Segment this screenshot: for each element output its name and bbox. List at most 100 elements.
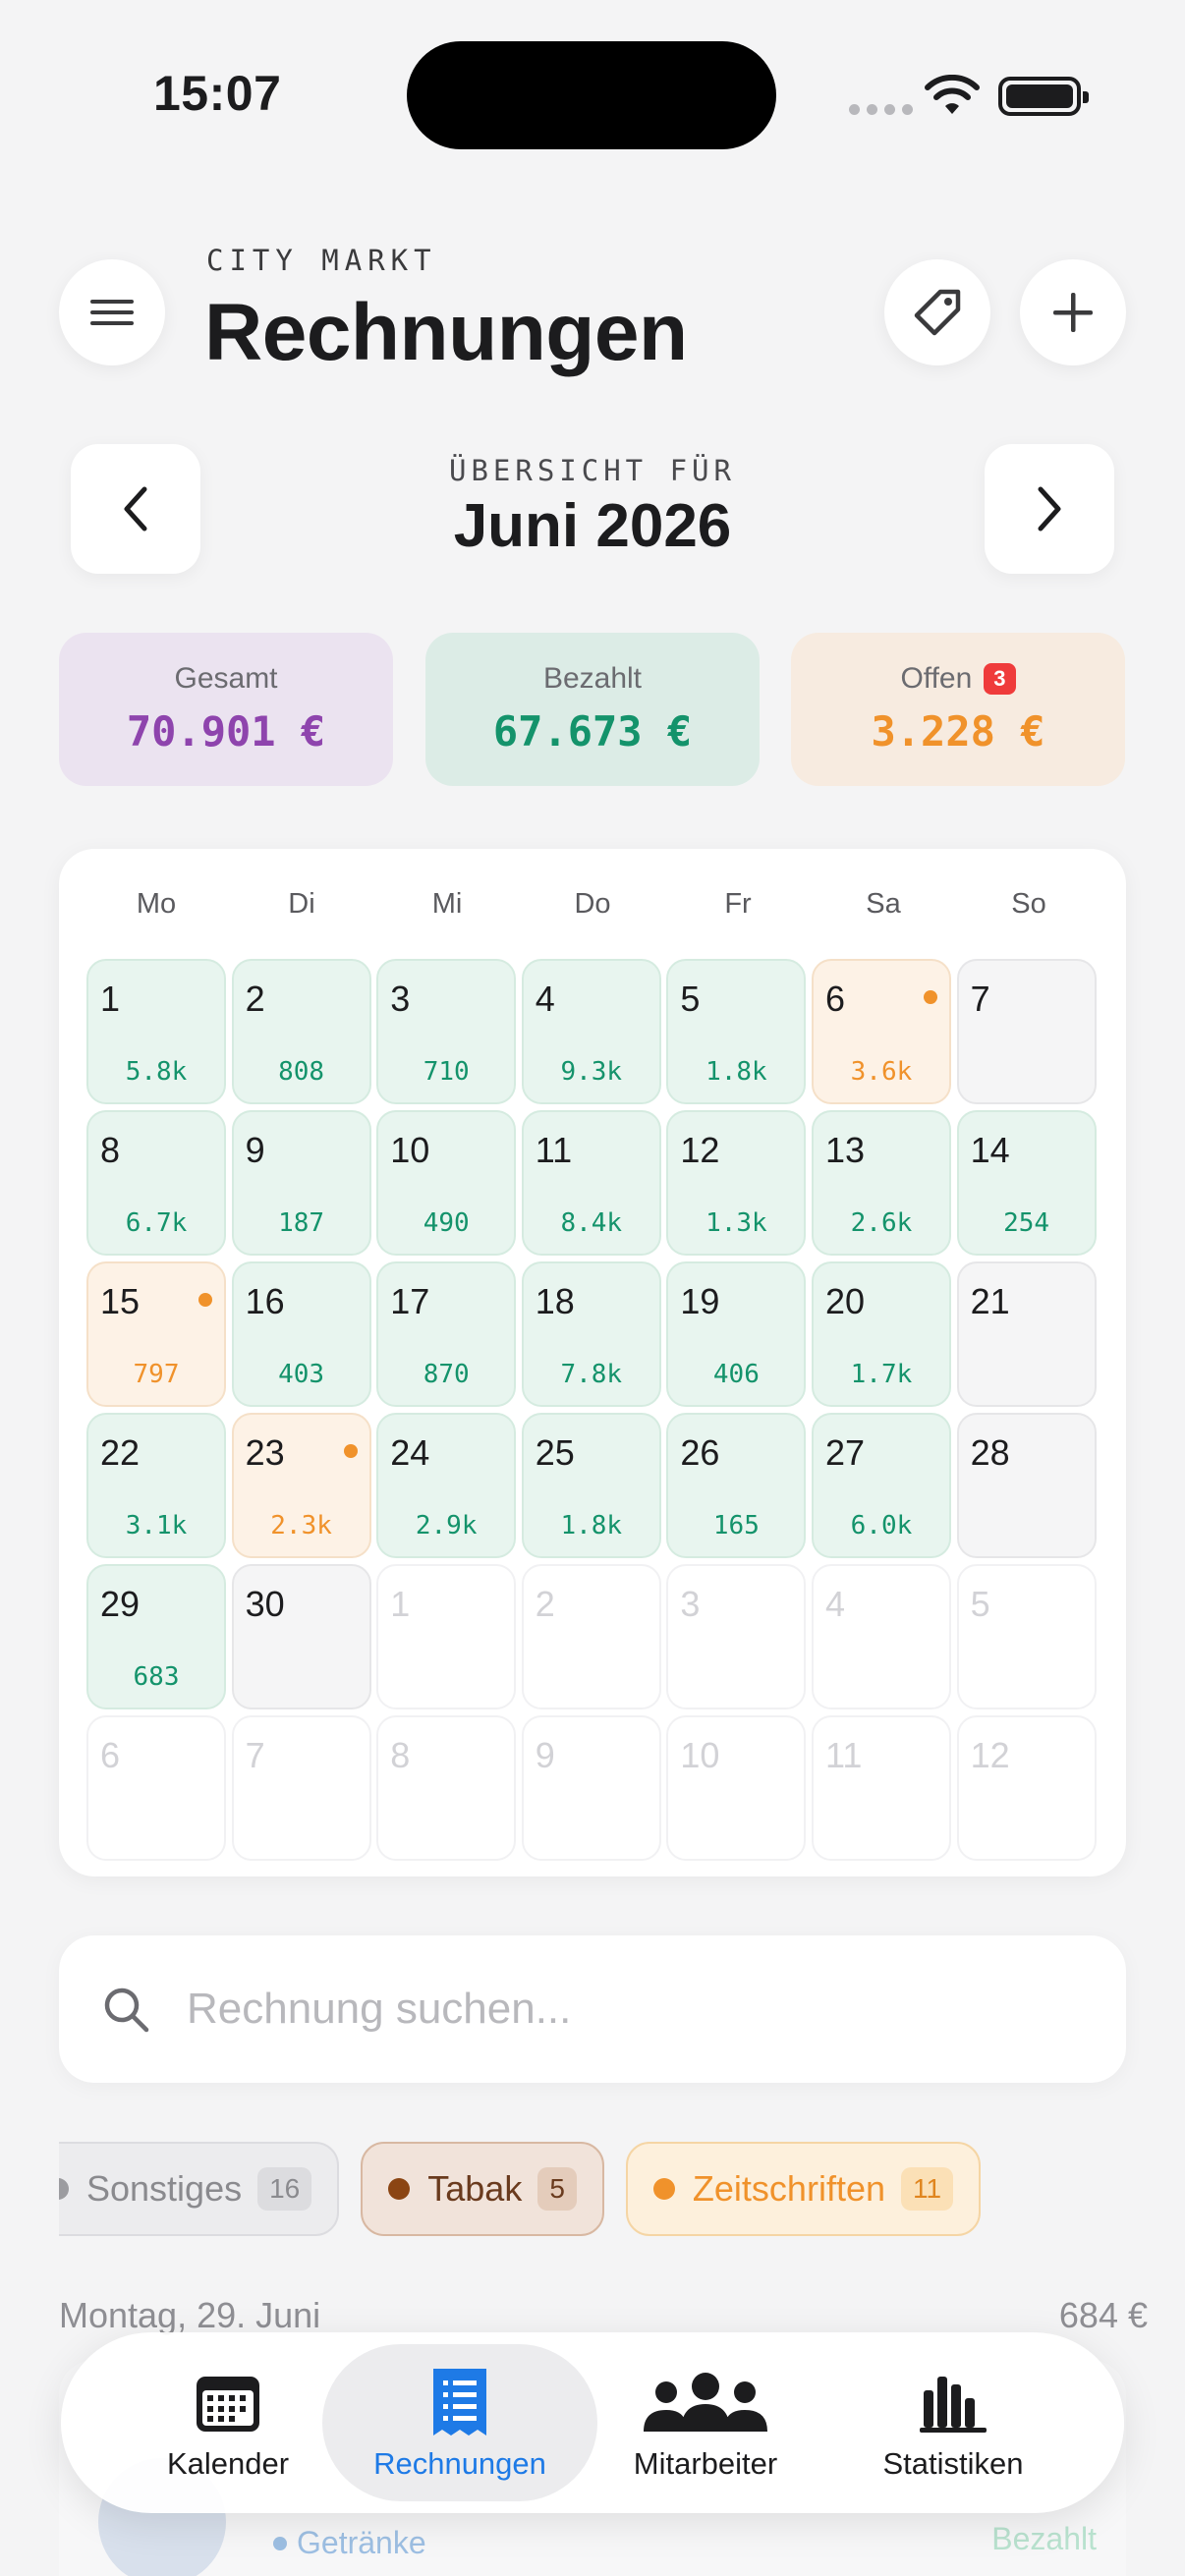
calendar-day: 9 — [521, 1715, 661, 1861]
day-amount: 3.6k — [850, 1057, 913, 1087]
calendar-day[interactable]: 7 — [956, 959, 1097, 1104]
day-number: 10 — [680, 1735, 720, 1775]
calendar-day[interactable]: 27 6.0k — [811, 1413, 951, 1558]
day-number: 8 — [100, 1130, 121, 1170]
calendar-day[interactable]: 16 403 — [231, 1261, 371, 1407]
calendar-day[interactable]: 28 — [956, 1413, 1097, 1558]
weekday-label: Fr — [724, 888, 752, 920]
day-number: 5 — [680, 979, 701, 1019]
tab-staff[interactable]: Mitarbeiter — [568, 2344, 843, 2501]
month-calendar: Mo Di Mi Do Fr Sa So 1 5.8k 2 808 3 710 4 9.3k 5 1.8k 6 3… — [59, 849, 1126, 1876]
calendar-day[interactable]: 2 808 — [231, 959, 371, 1104]
invoice-status: Bezahlt — [991, 2521, 1097, 2556]
search-input[interactable] — [187, 1985, 1051, 2034]
calendar-day[interactable]: 26 165 — [666, 1413, 807, 1558]
day-amount: 3.1k — [125, 1511, 188, 1540]
calendar-day[interactable]: 25 1.8k — [521, 1413, 661, 1558]
day-number: 29 — [100, 1584, 141, 1624]
calendar-day[interactable]: 14 254 — [956, 1110, 1097, 1256]
calendar-day[interactable]: 3 710 — [376, 959, 517, 1104]
day-number: 7 — [245, 1735, 265, 1775]
search-bar[interactable] — [59, 1935, 1126, 2083]
calendar-day[interactable]: 9 187 — [231, 1110, 371, 1256]
day-amount: 165 — [712, 1511, 760, 1540]
calendar-day[interactable]: 20 1.7k — [811, 1261, 951, 1407]
category-filter-bar: Sonstiges 16 Tabak 5 Zeitschriften 11 — [59, 2142, 1126, 2236]
day-number: 11 — [824, 1735, 863, 1775]
calendar-day: 6 — [86, 1715, 226, 1861]
calendar-grid: 1 5.8k 2 808 3 710 4 9.3k 5 1.8k 6 3.6k 7 8 6.7k 9 187 10… — [86, 959, 1099, 1861]
summary-total-card[interactable]: Gesamt 70.901 € — [59, 633, 393, 786]
day-number: 13 — [824, 1130, 866, 1170]
calendar-day[interactable]: 18 7.8k — [521, 1261, 661, 1407]
day-amount: 2.6k — [850, 1208, 913, 1238]
day-amount: 406 — [712, 1360, 760, 1389]
calendar-day[interactable]: 1 5.8k — [86, 959, 226, 1104]
menu-button[interactable] — [59, 259, 165, 365]
calendar-day[interactable]: 12 1.3k — [666, 1110, 807, 1256]
day-number: 2 — [245, 979, 265, 1019]
paid-value: 67.673 € — [492, 707, 693, 756]
day-number: 6 — [100, 1735, 121, 1775]
day-number: 8 — [390, 1735, 411, 1775]
calendar-day[interactable]: 6 3.6k — [811, 959, 951, 1104]
tab-statistics[interactable]: Statistiken — [816, 2344, 1091, 2501]
total-value: 70.901 € — [126, 707, 326, 756]
day-number: 3 — [680, 1584, 701, 1624]
tab-invoices[interactable]: Rechnungen — [322, 2344, 597, 2501]
open-label: Offen — [900, 662, 973, 695]
summary-open-card[interactable]: Offen 3 3.228 € — [791, 633, 1125, 786]
calendar-day[interactable]: 29 683 — [86, 1564, 226, 1709]
day-group-total: 684 € — [1058, 2295, 1148, 2335]
day-number: 26 — [680, 1432, 720, 1473]
calendar-day[interactable]: 22 3.1k — [86, 1413, 226, 1558]
calendar-day[interactable]: 4 9.3k — [521, 959, 661, 1104]
category-chip[interactable]: Tabak 5 — [361, 2142, 604, 2236]
day-number: 14 — [970, 1130, 1010, 1170]
day-amount: 9.3k — [560, 1057, 623, 1087]
search-icon — [104, 1988, 149, 2033]
day-number: 3 — [390, 979, 411, 1019]
day-number: 18 — [535, 1281, 575, 1321]
calendar-day[interactable]: 19 406 — [666, 1261, 807, 1407]
day-amount: 187 — [278, 1208, 325, 1238]
status-time: 15:07 — [153, 66, 282, 121]
calendar-day: 4 — [811, 1564, 951, 1709]
calendar-day[interactable]: 8 6.7k — [86, 1110, 226, 1256]
calendar-day[interactable]: 24 2.9k — [376, 1413, 517, 1558]
calendar-day: 2 — [521, 1564, 661, 1709]
calendar-day[interactable]: 30 — [231, 1564, 371, 1709]
calendar-day[interactable]: 10 490 — [376, 1110, 517, 1256]
summary-paid-card[interactable]: Bezahlt 67.673 € — [425, 633, 760, 786]
category-chip[interactable]: Sonstiges 16 — [59, 2142, 340, 2236]
calendar-day[interactable]: 21 — [956, 1261, 1097, 1407]
day-number: 11 — [535, 1130, 573, 1170]
day-amount: 490 — [423, 1208, 470, 1238]
day-amount: 7.8k — [560, 1360, 623, 1389]
day-amount: 5.8k — [125, 1057, 188, 1087]
day-amount: 808 — [278, 1057, 325, 1087]
battery-icon — [998, 77, 1089, 116]
day-amount: 403 — [278, 1360, 325, 1389]
categories-button[interactable] — [884, 259, 990, 365]
day-number: 15 — [100, 1281, 141, 1321]
calendar-day: 11 — [811, 1715, 951, 1861]
calendar-day[interactable]: 17 870 — [376, 1261, 517, 1407]
calendar-day[interactable]: 11 8.4k — [521, 1110, 661, 1256]
calendar-day[interactable]: 15 797 — [86, 1261, 226, 1407]
category-chip[interactable]: Zeitschriften 11 — [625, 2142, 982, 2236]
add-invoice-button[interactable] — [1020, 259, 1126, 365]
next-month-button[interactable] — [985, 444, 1114, 574]
day-amount: 1.3k — [705, 1208, 767, 1238]
calendar-day: 8 — [376, 1715, 517, 1861]
day-number: 16 — [245, 1281, 285, 1321]
day-number: 30 — [245, 1584, 285, 1624]
calendar-day[interactable]: 23 2.3k — [231, 1413, 371, 1558]
day-number: 28 — [970, 1432, 1010, 1473]
calendar-day[interactable]: 13 2.6k — [811, 1110, 951, 1256]
day-amount: 2.9k — [415, 1511, 478, 1540]
calendar-day: 1 — [376, 1564, 517, 1709]
calendar-day[interactable]: 5 1.8k — [666, 959, 807, 1104]
open-indicator-dot — [198, 1293, 212, 1307]
receipt-icon — [433, 2369, 486, 2436]
